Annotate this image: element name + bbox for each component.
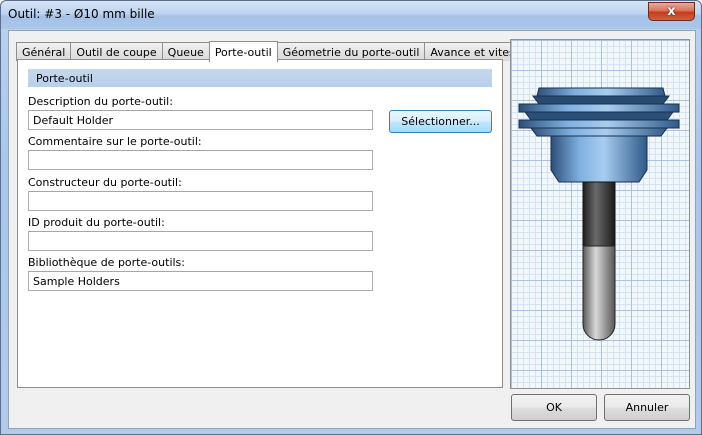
close-button[interactable]: x <box>648 2 695 21</box>
tool-preview-panel <box>510 39 690 389</box>
holder-tab-panel: Porte-outil Description du porte-outil: … <box>17 59 503 388</box>
tool-shank <box>582 181 616 247</box>
window-title: Outil: #3 - Ø10 mm bille <box>8 7 155 21</box>
comment-label: Commentaire sur le porte-outil: <box>28 135 202 148</box>
description-label: Description du porte-outil: <box>28 95 173 108</box>
holder-flange-lower <box>518 119 680 129</box>
tool-holder-preview <box>518 87 680 341</box>
holder-top-ring <box>536 87 666 97</box>
manufacturer-field[interactable] <box>28 191 373 211</box>
ok-button[interactable]: OK <box>511 394 597 421</box>
product-id-label: ID produit du porte-outil: <box>28 216 165 229</box>
library-label: Bibliothèque de porte-outils: <box>28 256 185 269</box>
manufacturer-label: Constructeur du porte-outil: <box>28 176 182 189</box>
holder-taper <box>530 127 668 137</box>
description-field[interactable]: Default Holder <box>28 110 373 130</box>
product-id-field[interactable] <box>28 231 373 251</box>
holder-body <box>550 135 648 183</box>
tool-dialog-window: Outil: #3 - Ø10 mm bille x Général Outil… <box>0 0 702 435</box>
holder-flange <box>518 103 680 113</box>
cancel-button[interactable]: Annuler <box>604 394 690 421</box>
library-field[interactable]: Sample Holders <box>28 271 373 291</box>
title-bar[interactable]: Outil: #3 - Ø10 mm bille x <box>1 1 701 29</box>
comment-field[interactable] <box>28 150 373 170</box>
close-icon: x <box>667 4 676 19</box>
tab-holder[interactable]: Porte-outil <box>208 41 278 62</box>
holder-groove-lower <box>524 111 674 121</box>
cutting-tool-ball <box>582 245 616 341</box>
select-button[interactable]: Sélectionner... <box>389 110 492 133</box>
holder-groove <box>532 95 670 105</box>
tab-strip: Général Outil de coupe Queue Porte-outil… <box>16 41 534 62</box>
section-header: Porte-outil <box>28 69 492 87</box>
dialog-client-area: Général Outil de coupe Queue Porte-outil… <box>8 30 696 429</box>
